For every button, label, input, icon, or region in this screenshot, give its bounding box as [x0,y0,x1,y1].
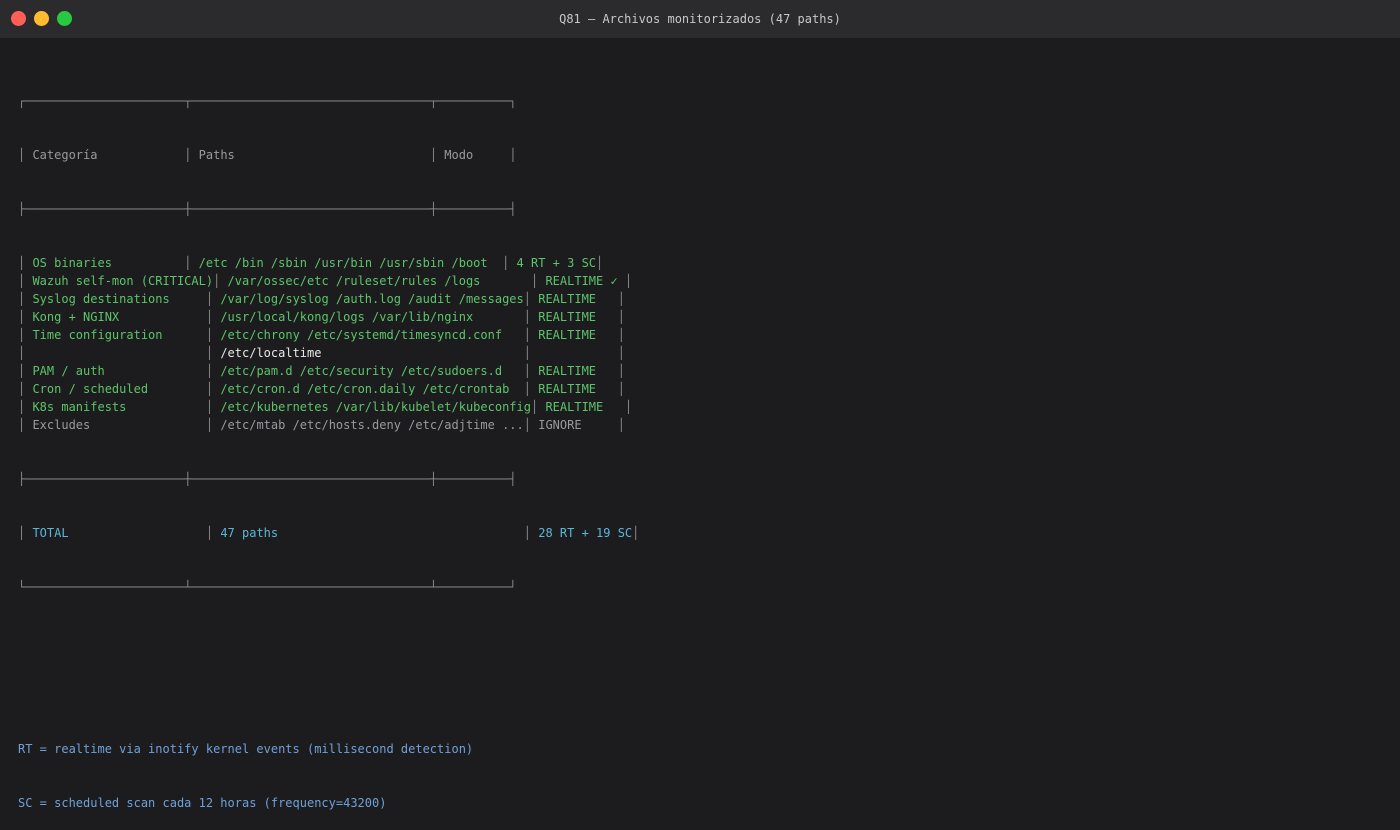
note-rt: RT = realtime via inotify kernel events … [18,742,474,756]
cell-categoria [25,346,206,360]
cell-modo: REALTIME [531,364,618,378]
table-border: │ [205,310,214,324]
table-border: │ [523,346,531,360]
cell-categoria: Wazuh self-mon (CRITICAL) [25,274,214,288]
table-border: │ [596,256,604,270]
total-paths: 47 paths [213,526,524,540]
note-sc: SC = scheduled scan cada 12 horas (frequ… [18,796,387,810]
minimize-window-button[interactable] [34,11,49,26]
cell-modo: REALTIME [531,310,618,324]
cell-modo: REALTIME [531,292,618,306]
table-top-border: ┌──────────────────────┬────────────────… [18,94,517,108]
cell-categoria: Syslog destinations [25,292,206,306]
table-border: │ [617,346,625,360]
cell-modo: REALTIME [531,328,618,342]
table-total-separator: ├──────────────────────┼────────────────… [18,472,517,486]
cell-paths: /var/ossec/etc /ruleset/rules /logs [220,274,531,288]
table-border: │ [205,400,214,414]
close-window-button[interactable] [11,11,26,26]
table-body: │ OS binaries │ /etc /bin /sbin /usr/bin… [18,254,639,434]
header-categoria: Categoría [25,148,185,162]
table-border: │ [617,418,625,432]
cell-paths: /etc/kubernetes /var/lib/kubelet/kubecon… [213,400,531,414]
table-row: │ K8s manifests │ /etc/kubernetes /var/l… [18,398,639,416]
cell-paths: /etc/mtab /etc/hosts.deny /etc/adjtime .… [213,418,524,432]
cell-categoria: Cron / scheduled [25,382,206,396]
table-row: │ PAM / auth │ /etc/pam.d /etc/security … [18,362,639,380]
table-border: │ [617,328,625,342]
table-border: │ [205,382,214,396]
cell-categoria: Excludes [25,418,206,432]
cell-modo: REALTIME ✓ [538,274,625,288]
table-border: │ [18,418,26,432]
table-row: │ Wazuh self-mon (CRITICAL)│ /var/ossec/… [18,272,639,290]
table-border: │ [617,310,625,324]
table-border: │ [205,364,214,378]
table-border: │ [624,274,633,288]
cell-categoria: OS binaries [25,256,185,270]
table-total-row: │ TOTAL │ 47 paths │ 28 RT + 19 SC│ [18,526,640,540]
total-modo: 28 RT + 19 SC [531,526,633,540]
table-border: │ [617,364,625,378]
window-controls [11,11,72,26]
header-modo: Modo [437,148,510,162]
cell-paths: /etc/pam.d /etc/security /etc/sudoers.d [213,364,524,378]
cell-categoria: Time configuration [25,328,206,342]
table-border: │ [617,292,625,306]
window-title: Q81 — Archivos monitorizados (47 paths) [559,12,841,26]
table-row: │ Syslog destinations │ /var/log/syslog … [18,290,639,308]
cell-modo: REALTIME [538,400,625,414]
cell-paths: /etc /bin /sbin /usr/bin /usr/sbin /boot [191,256,503,270]
table-row: │ Cron / scheduled │ /etc/cron.d /etc/cr… [18,380,639,398]
cell-categoria: Kong + NGINX [25,310,206,324]
table-header-separator: ├──────────────────────┼────────────────… [18,202,517,216]
cell-categoria: PAM / auth [25,364,206,378]
table-header-row: │ Categoría │ Paths │ Modo │ [18,148,517,162]
table-border: │ [523,310,531,324]
cell-modo [531,346,618,360]
table-row: │ Excludes │ /etc/mtab /etc/hosts.deny /… [18,416,639,434]
table-border: │ [205,292,214,306]
table-border: │ [523,328,531,342]
cell-modo: 4 RT + 3 SC [509,256,597,270]
header-paths: Paths [191,148,430,162]
total-categoria: TOTAL [25,526,206,540]
table-border: │ [523,418,531,432]
cell-modo: REALTIME [531,382,618,396]
terminal-output: ┌──────────────────────┬────────────────… [18,56,639,830]
window-titlebar: Q81 — Archivos monitorizados (47 paths) [0,0,1400,38]
table-border: │ [523,364,531,378]
zoom-window-button[interactable] [57,11,72,26]
table-row: │ Kong + NGINX │ /usr/local/kong/logs /v… [18,308,639,326]
table-border: │ [205,328,214,342]
cell-modo: IGNORE [531,418,618,432]
table-border: │ [205,418,214,432]
cell-paths: /etc/cron.d /etc/cron.daily /etc/crontab [213,382,524,396]
cell-paths: /etc/localtime [213,346,524,360]
table-border: │ [523,292,531,306]
table-row: │ Time configuration │ /etc/chrony /etc/… [18,326,639,344]
table-border: │ [624,400,633,414]
table-border: │ [617,382,625,396]
cell-paths: /etc/chrony /etc/systemd/timesyncd.conf [213,328,524,342]
table-row: │ OS binaries │ /etc /bin /sbin /usr/bin… [18,254,639,272]
table-row: │ │ /etc/localtime │ │ [18,344,639,362]
cell-paths: /var/log/syslog /auth.log /audit /messag… [213,292,524,306]
table-bottom-border: └──────────────────────┴────────────────… [18,580,517,594]
table-border: │ [523,382,531,396]
cell-paths: /usr/local/kong/logs /var/lib/nginx [213,310,524,324]
cell-categoria: K8s manifests [25,400,206,414]
table-border: │ [205,346,214,360]
